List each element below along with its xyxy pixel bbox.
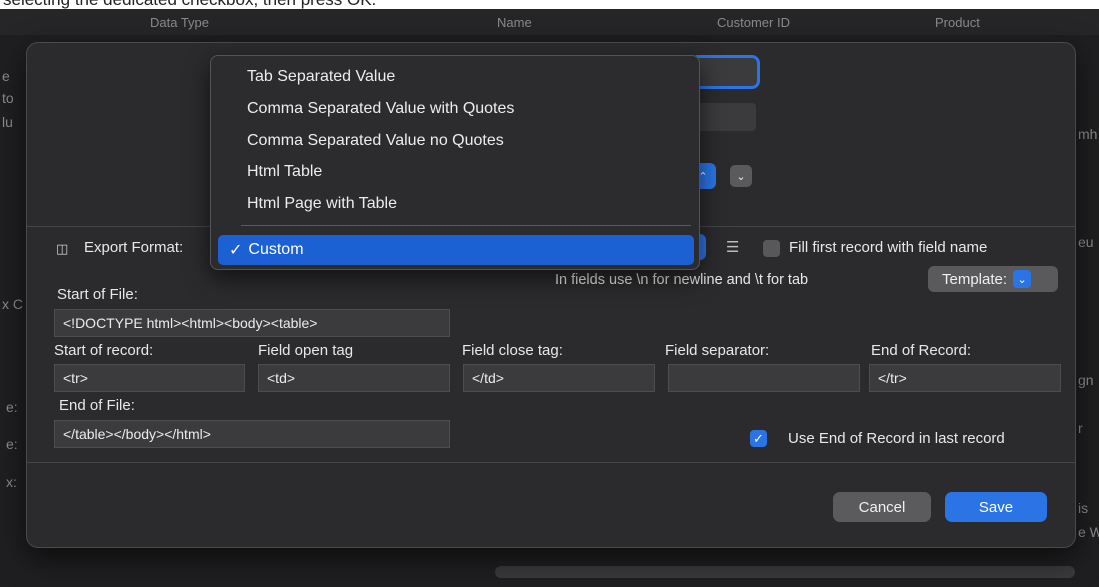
field-open-input[interactable]: <td> bbox=[258, 364, 450, 392]
columns-icon: ◫ bbox=[56, 241, 69, 256]
chevron-down-icon: ⌄ bbox=[1013, 270, 1032, 288]
end-of-record-input[interactable]: </tr> bbox=[869, 364, 1061, 392]
column-header: Product bbox=[935, 15, 980, 30]
column-header: Data Type bbox=[150, 15, 210, 30]
menu-item-label: Custom bbox=[248, 241, 304, 258]
name-input[interactable] bbox=[690, 55, 760, 89]
list-icon: ☰ bbox=[726, 239, 740, 256]
menu-item[interactable]: Comma Separated Value no Quotes bbox=[247, 129, 504, 153]
background-scrollbar bbox=[495, 566, 1075, 578]
background-text: e W bbox=[1078, 524, 1099, 540]
cancel-button[interactable]: Cancel bbox=[833, 492, 931, 522]
template-button[interactable]: Template: ⌄ bbox=[928, 266, 1058, 292]
instruction-caption: selecting the dedicated checkbox, then p… bbox=[0, 0, 1099, 9]
start-of-record-label: Start of record: bbox=[54, 342, 154, 359]
fill-first-label: Fill first record with field name bbox=[789, 239, 988, 256]
background-text: r bbox=[1078, 420, 1083, 436]
use-end-of-record-label: Use End of Record in last record bbox=[788, 430, 1005, 447]
template-label: Template: bbox=[942, 270, 1008, 288]
menu-separator bbox=[241, 225, 691, 226]
menu-item[interactable]: Html Table bbox=[247, 160, 322, 184]
field-separator-input[interactable] bbox=[668, 364, 860, 392]
background-text: e: bbox=[6, 399, 18, 415]
checkmark-icon: ✓ bbox=[229, 242, 243, 259]
export-format-menu: Tab Separated Value Comma Separated Valu… bbox=[210, 55, 700, 270]
end-of-file-label: End of File: bbox=[59, 397, 135, 414]
menu-item-selected[interactable]: ✓ Custom bbox=[218, 235, 694, 265]
background-text: e bbox=[2, 68, 10, 84]
field-close-input[interactable]: </td> bbox=[463, 364, 655, 392]
divider bbox=[27, 462, 1075, 463]
fill-first-checkbox[interactable] bbox=[763, 240, 780, 257]
background-text: to bbox=[2, 90, 14, 106]
menu-item[interactable]: Tab Separated Value bbox=[247, 65, 395, 89]
menu-item[interactable]: Comma Separated Value with Quotes bbox=[247, 97, 514, 121]
background-text: eu bbox=[1078, 234, 1094, 250]
field-separator-label: Field separator: bbox=[665, 342, 770, 359]
save-button[interactable]: Save bbox=[945, 492, 1047, 522]
chevron-down-icon[interactable]: ⌄ bbox=[730, 165, 752, 187]
background-text: gn bbox=[1078, 372, 1094, 388]
end-of-record-label: End of Record: bbox=[871, 342, 972, 359]
start-of-file-label: Start of File: bbox=[57, 286, 138, 303]
background-text: x C bbox=[2, 296, 23, 312]
start-of-file-input[interactable]: <!DOCTYPE html><html><body><table> bbox=[54, 309, 450, 337]
field-open-label: Field open tag bbox=[258, 342, 354, 359]
background-text: x: bbox=[6, 474, 17, 490]
hint-text: In fields use \n for newline and \t for … bbox=[555, 272, 809, 288]
background-table-header: Data Type Name Customer ID Product bbox=[0, 9, 1099, 35]
start-of-record-input[interactable]: <tr> bbox=[54, 364, 245, 392]
field-close-label: Field close tag: bbox=[462, 342, 563, 359]
column-header: Customer ID bbox=[717, 15, 790, 30]
end-of-file-input[interactable]: </table></body></html> bbox=[54, 420, 450, 448]
export-format-label: Export Format: bbox=[84, 239, 184, 256]
background-text: e: bbox=[6, 436, 18, 452]
background-text: is bbox=[1078, 500, 1089, 516]
column-header: Name bbox=[497, 15, 532, 30]
background-text: mh bbox=[1078, 126, 1098, 142]
background-text: lu bbox=[2, 114, 13, 130]
use-end-of-record-checkbox[interactable]: ✓ bbox=[750, 430, 767, 447]
menu-item[interactable]: Html Page with Table bbox=[247, 192, 397, 216]
